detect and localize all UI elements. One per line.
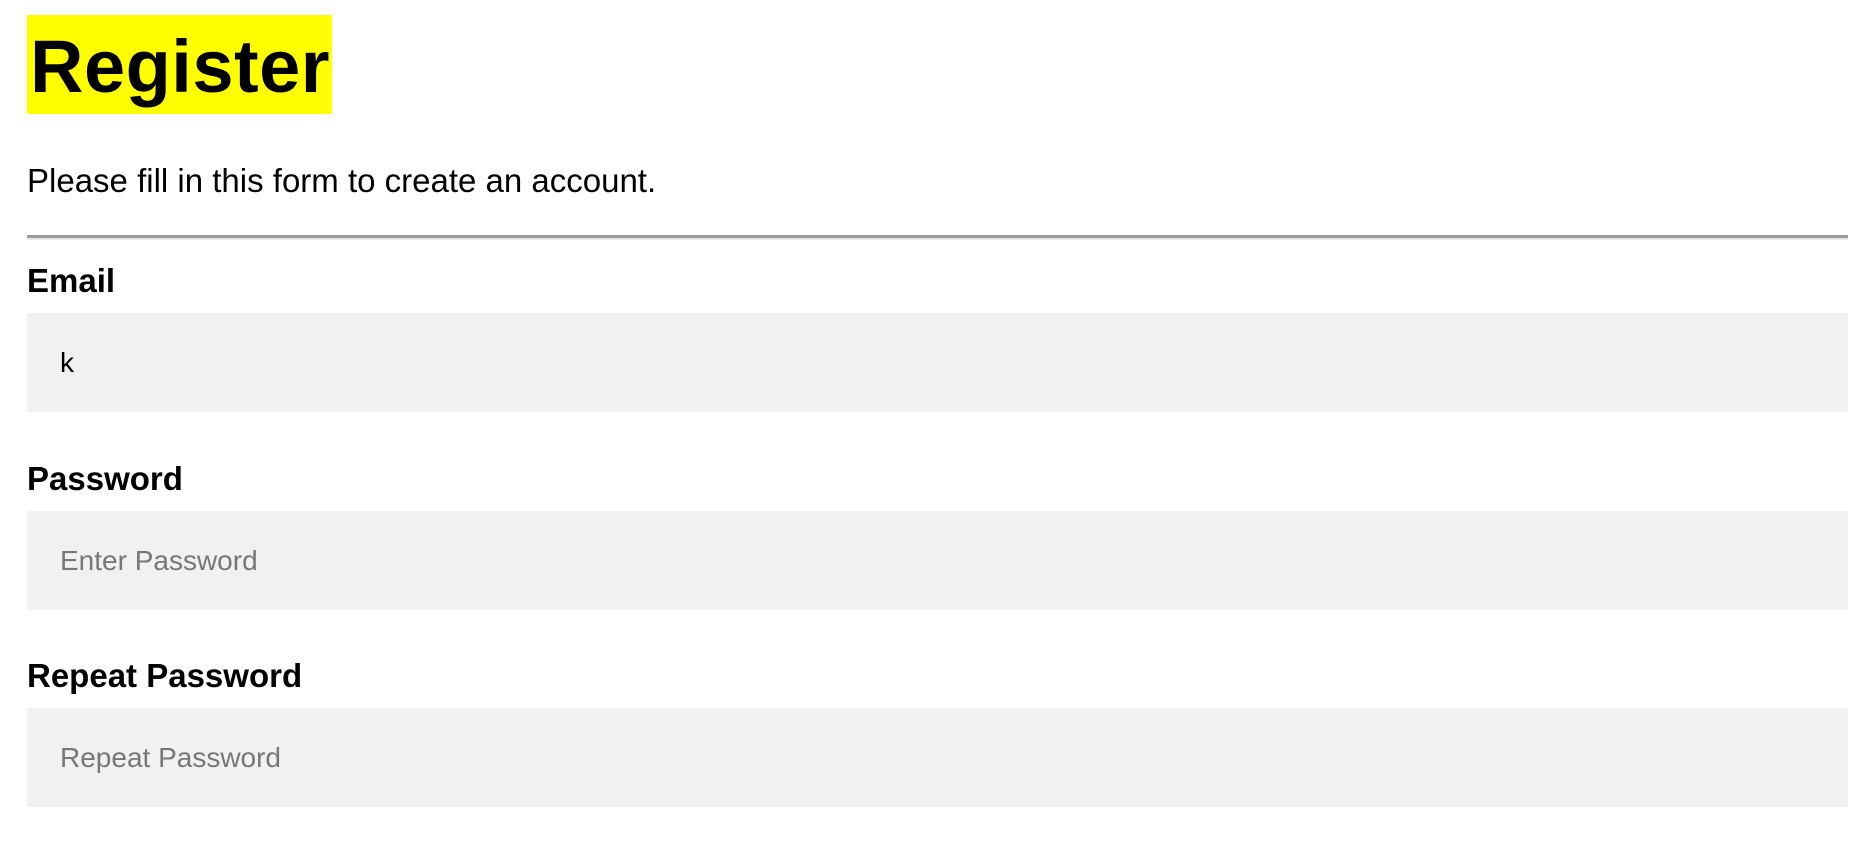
email-field[interactable] — [27, 313, 1848, 412]
divider — [27, 235, 1848, 240]
title-highlight: Register — [27, 15, 333, 114]
register-page: Register Please fill in this form to cre… — [0, 0, 1863, 843]
form-instructions: Please fill in this form to create an ac… — [27, 162, 657, 199]
email-label: Email — [27, 262, 116, 299]
password-label: Password — [27, 460, 183, 497]
password-field[interactable] — [27, 511, 1848, 610]
page-title: Register — [30, 24, 331, 108]
repeat-password-field[interactable] — [27, 708, 1848, 807]
repeat-password-label: Repeat Password — [27, 657, 303, 694]
